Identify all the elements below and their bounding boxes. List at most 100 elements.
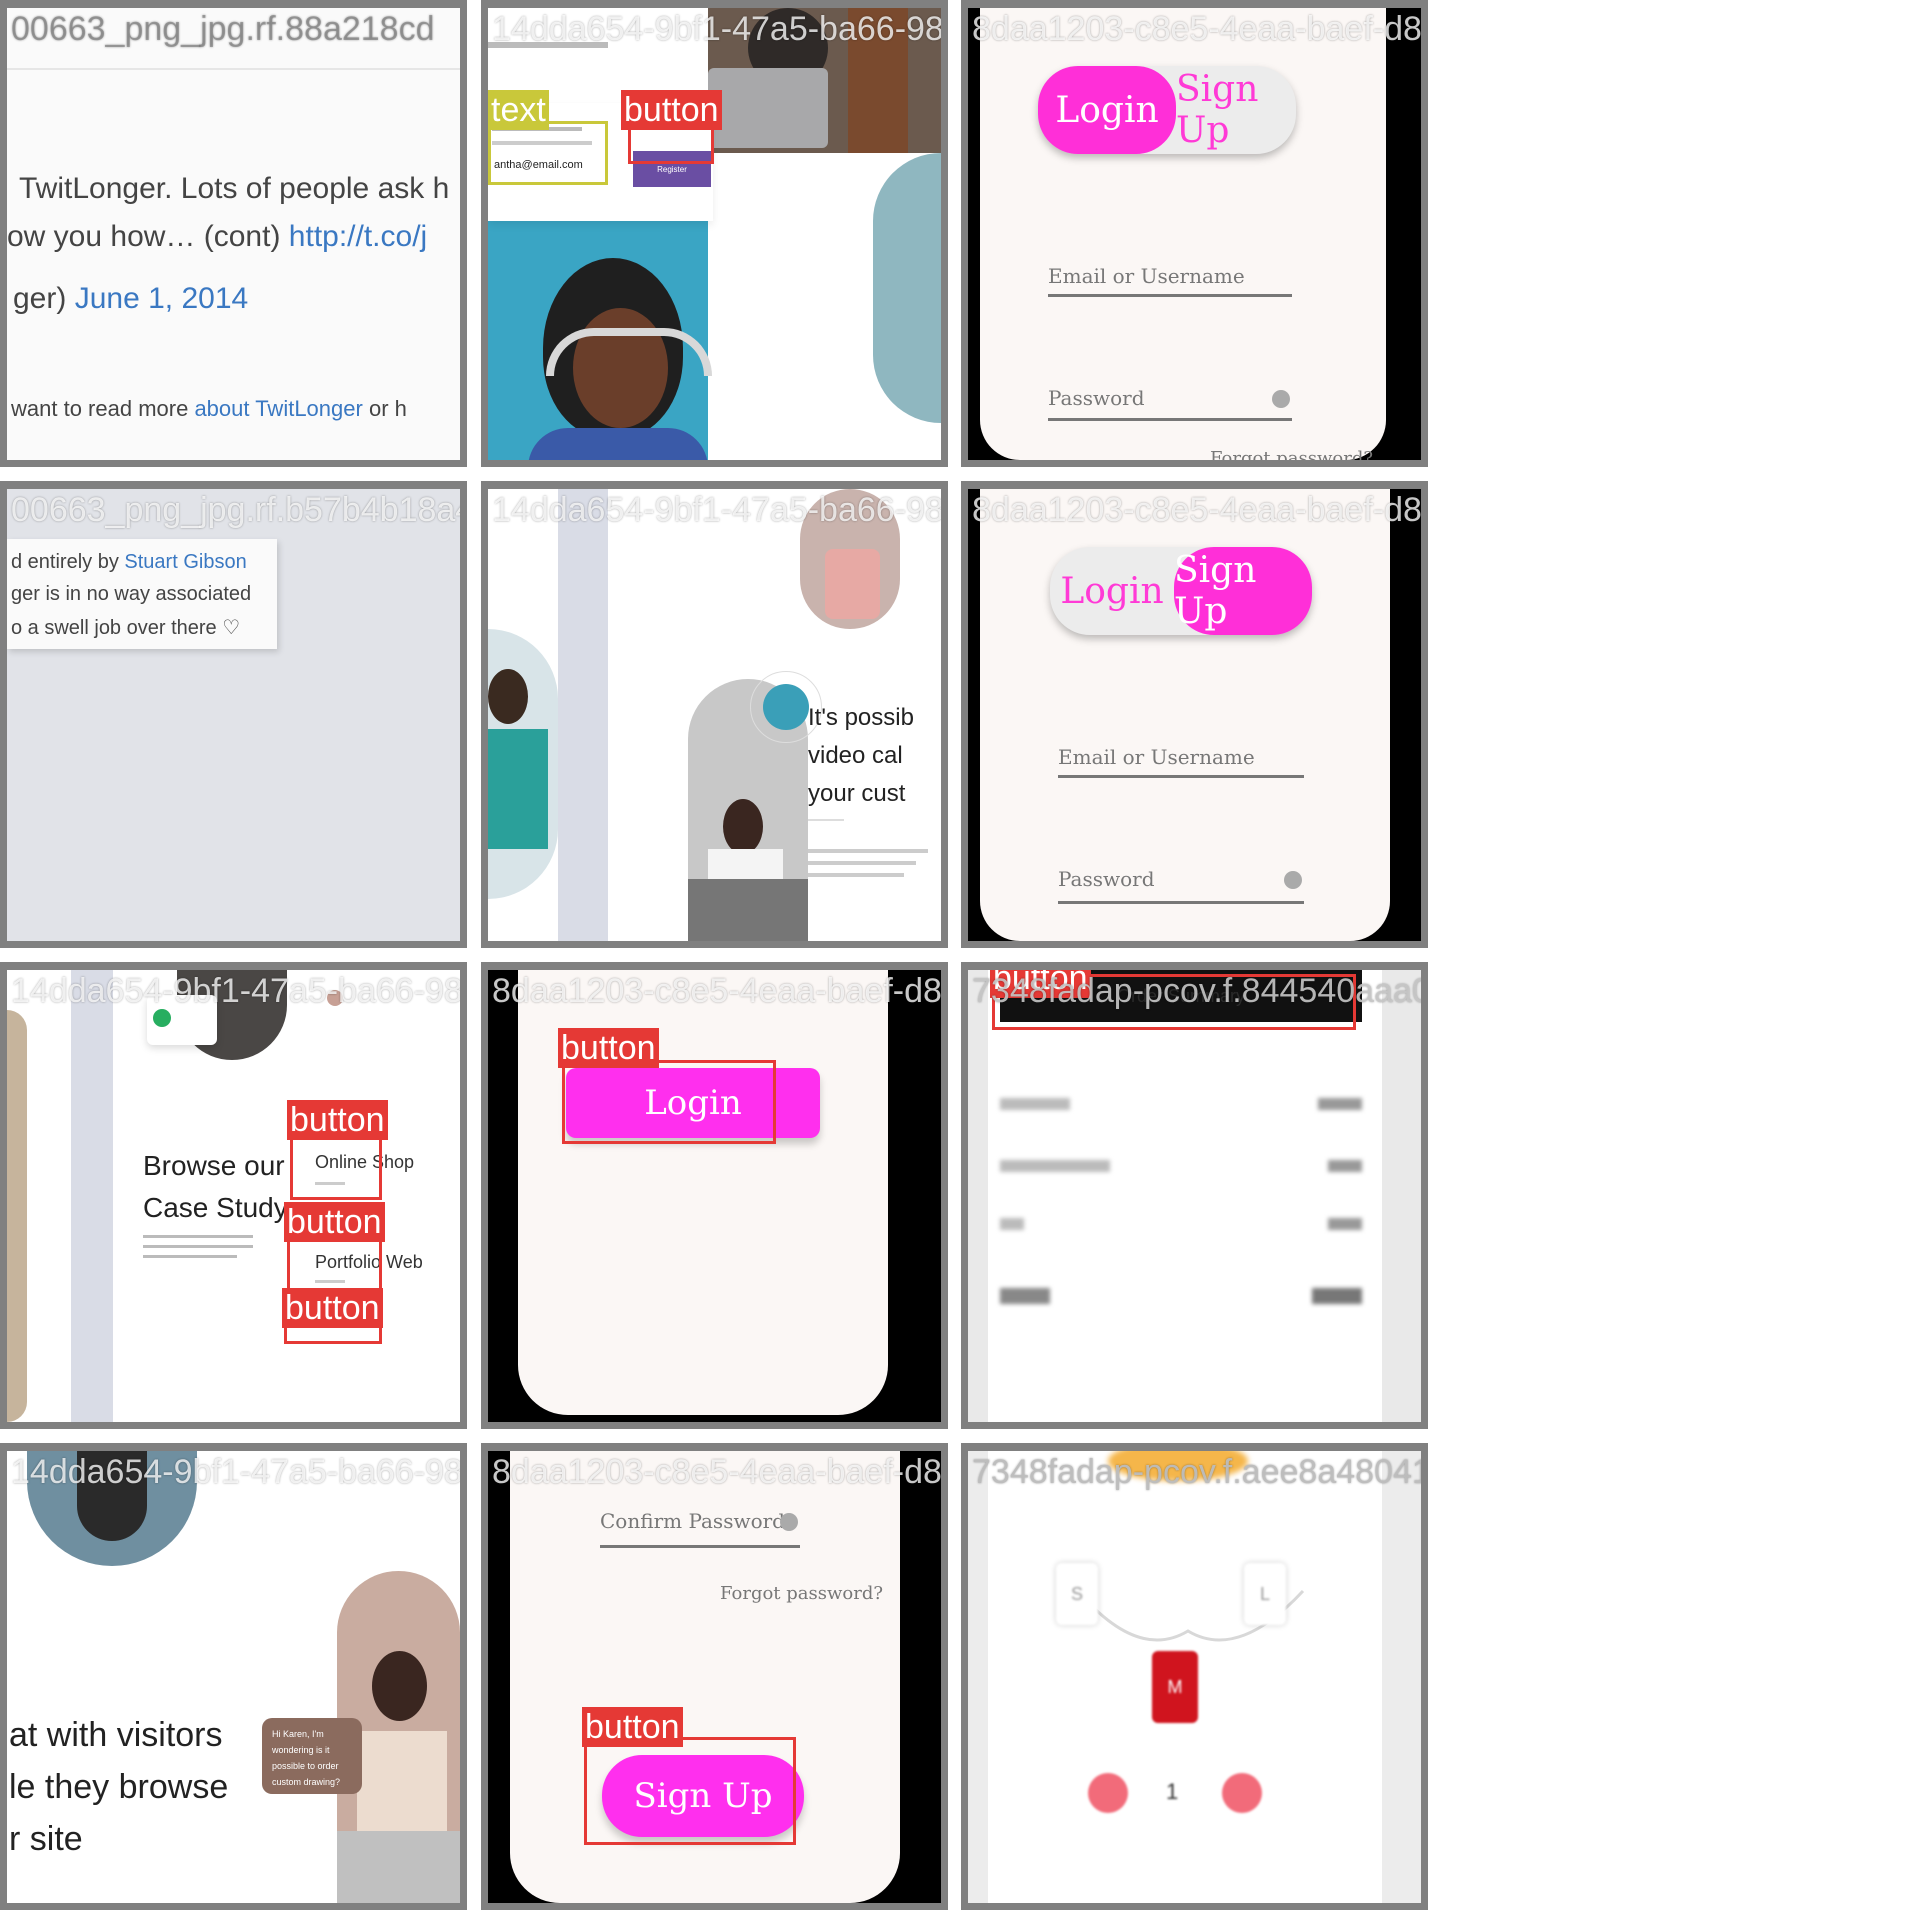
read-more-line: want to read more about TwitLonger or h (11, 396, 407, 422)
sum-label-total (1000, 1288, 1050, 1304)
annotation-label-button: button (287, 1100, 388, 1140)
annotation-box-button (290, 1132, 382, 1200)
email-field[interactable] (1058, 775, 1304, 778)
sum-value-total (1312, 1288, 1362, 1304)
order-summary-screen: 7348fadap-pcov.f.844540aaa072f184d2f4eb6… (968, 970, 1421, 1422)
author-link[interactable]: Stuart Gibson (124, 551, 246, 573)
register-screen: 14dda654-9bf1-47a5-ba66-98 Register text… (488, 8, 941, 460)
annotation-box-button (287, 1234, 382, 1292)
phone-screen: 8daa1203-c8e5-4eaa-baef-d8df73481eac-cov… (968, 489, 1421, 941)
phone-screen: 8daa1203-c8e5-4eaa-baef-d8 Login button (488, 970, 941, 1422)
product-panel: S L M 1 (988, 1451, 1382, 1903)
tile-filename: 14dda654-9bf1-47a5-ba66-98 (492, 10, 941, 48)
case-study-screen: 14dda654-9bf1-47a5-ba66-98 Browse our Ca… (7, 970, 460, 1422)
eye-icon[interactable] (1284, 871, 1302, 889)
hero-copy-line: your cust (808, 780, 906, 807)
signup-tab[interactable]: Sign Up (1176, 66, 1296, 154)
body-text-placeholder (808, 849, 928, 889)
forgot-password-link[interactable]: Forgot password? (720, 1583, 883, 1604)
tweet-text-line: TwitLonger. Lots of people ask h (19, 172, 450, 205)
hero-copy-line: video cal (808, 742, 903, 769)
phone-body: Login Sign Up Email or Username Password… (980, 8, 1386, 460)
size-option-m-selected[interactable]: M (1152, 1651, 1198, 1723)
footer-card: d entirely by Stuart Gibson ger is in no… (7, 539, 277, 649)
tile-twitlonger-2: 00663_png_jpg.rf.b57b4b18a480 d entirely… (0, 481, 467, 948)
section-body-placeholder (143, 1235, 253, 1275)
tile-signup-button: 8daa1203-c8e5-4eaa-baef-d8 Confirm Passw… (481, 1443, 948, 1910)
tweet-text-line: ow you how… (cont) http://t.co/j (7, 220, 427, 254)
side-band (558, 489, 608, 941)
photo-side-woman (873, 153, 941, 423)
divider (7, 68, 460, 70)
confirm-password-label: Confirm Password (600, 1509, 785, 1533)
section-heading: Browse our Case Study (143, 1145, 288, 1229)
sum-value-delivery (1328, 1160, 1362, 1172)
heading-line: Browse our (143, 1150, 285, 1181)
size-option-s[interactable]: S (1056, 1563, 1098, 1625)
eye-icon[interactable] (780, 1513, 798, 1531)
footer-text: d entirely by (11, 551, 119, 573)
signup-tab[interactable]: Sign Up (1174, 547, 1312, 635)
tile-filename: 00663_png_jpg.rf.88a218cd (11, 10, 435, 48)
size-option-l[interactable]: L (1244, 1563, 1286, 1625)
hero-copy: It's possib video cal your cust (808, 699, 914, 813)
tile-chat-visitors: 14dda654-9bf1-47a5-ba66-98 Hi Karen, I'm… (0, 1443, 467, 1910)
tile-filename: 8daa1203-c8e5-4eaa-baef-d8 (492, 972, 941, 1010)
footer-line: d entirely by Stuart Gibson (11, 551, 247, 574)
forgot-password-link[interactable]: Forgot password? (1210, 448, 1373, 460)
sum-value-tax (1328, 1218, 1362, 1230)
tile-filename: 7348fadap-pcov.f.844540aaa072f184d2f4eb6… (972, 972, 1421, 1010)
sum-label-subtotal (1000, 1098, 1070, 1110)
tweet-text: ow you how… (cont) (7, 220, 281, 253)
chat-screen: 14dda654-9bf1-47a5-ba66-98 Hi Karen, I'm… (7, 1451, 460, 1903)
about-twitlonger-link[interactable]: about TwitLonger (194, 396, 362, 421)
plus-button[interactable] (1222, 1773, 1262, 1813)
minus-button[interactable] (1088, 1773, 1128, 1813)
password-label: Password (1058, 867, 1155, 891)
tile-filename: 14dda654-9bf1-47a5-ba66-98 (11, 1453, 460, 1491)
tile-filename: 8daa1203-c8e5-4eaa-baef-d8df73481eac-cov (972, 10, 1421, 48)
eye-icon[interactable] (1272, 390, 1290, 408)
tile-signup-active: 8daa1203-c8e5-4eaa-baef-d8df73481eac-cov… (961, 481, 1428, 948)
play-icon[interactable] (153, 1009, 171, 1027)
annotation-label-button: button (558, 1028, 659, 1068)
password-field[interactable] (1048, 418, 1292, 421)
hero-copy-line: le they browse (9, 1768, 229, 1806)
password-label: Password (1048, 386, 1145, 410)
sum-label-delivery (1000, 1160, 1110, 1172)
read-more-text: want to read more (11, 396, 189, 421)
annotation-label-button: button (282, 1288, 383, 1328)
phone-screen: 8daa1203-c8e5-4eaa-baef-d8df73481eac-cov… (968, 8, 1421, 460)
photo-phone-woman (488, 629, 558, 899)
tweet-link[interactable]: http://t.co/j (289, 220, 427, 253)
confirm-password-field[interactable] (600, 1545, 800, 1548)
annotation-box-button (628, 124, 714, 164)
phone-body: Login Sign Up Email or Username Password (980, 489, 1390, 941)
auth-toggle: Login Sign Up (1038, 66, 1296, 154)
annotation-box-button (562, 1060, 776, 1144)
footer-line: ger is in no way associated (11, 583, 252, 605)
twitlonger-footer: 00663_png_jpg.rf.b57b4b18a480 d entirely… (7, 489, 460, 941)
tweet-date-link[interactable]: June 1, 2014 (75, 282, 248, 315)
tile-video-call: 14dda654-9bf1-47a5-ba66-98 It's possib v… (481, 481, 948, 948)
login-tab[interactable]: Login (1038, 66, 1176, 154)
annotation-label-button: button (582, 1707, 683, 1747)
hero-copy-line: It's possib (808, 704, 914, 731)
side-band (71, 970, 113, 1422)
tile-filename: 7348fadap-pcov.f.aee8a48041bff4f2842f164… (972, 1453, 1421, 1491)
password-field[interactable] (1058, 901, 1304, 904)
chat-bubble: Hi Karen, I'm wondering is it possible t… (262, 1718, 362, 1794)
footer-line: o a swell job over there ♡ (11, 617, 241, 639)
tile-filename: 8daa1203-c8e5-4eaa-baef-d8 (492, 1453, 941, 1491)
annotation-box-text (488, 121, 608, 185)
quantity-value: 1 (1166, 1779, 1179, 1804)
tile-login-button: 8daa1203-c8e5-4eaa-baef-d8 Login button (481, 962, 948, 1429)
annotation-label-text: text (488, 90, 549, 130)
login-tab[interactable]: Login (1050, 547, 1174, 635)
tweet-meta-line: ger) June 1, 2014 (13, 282, 248, 316)
tile-register: 14dda654-9bf1-47a5-ba66-98 Register text… (481, 0, 948, 467)
annotation-label-button: button (621, 90, 722, 130)
email-field[interactable] (1048, 294, 1292, 297)
sum-label-tax (1000, 1218, 1024, 1230)
heading-line: Case Study (143, 1192, 288, 1223)
